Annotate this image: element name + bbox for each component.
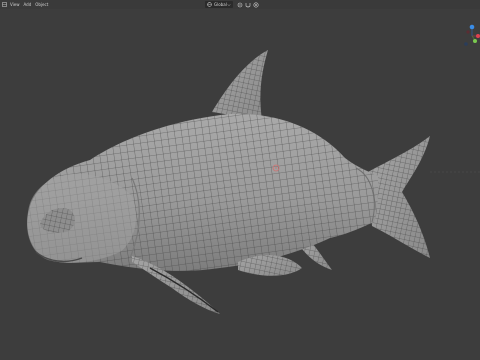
- y-axis-icon[interactable]: [473, 39, 477, 43]
- editor-type-icon[interactable]: [2, 2, 7, 7]
- transform-orientation-icon: [207, 2, 212, 7]
- viewport-header: View Add Object Global: [0, 0, 480, 9]
- transform-orientation-dropdown[interactable]: Global: [205, 1, 233, 8]
- chevron-down-icon: [227, 3, 231, 6]
- pivot-icon[interactable]: [237, 2, 243, 8]
- menu-add[interactable]: Add: [24, 0, 32, 9]
- transform-orientation-label: Global: [214, 2, 227, 7]
- header-menu: View Add Object: [0, 0, 52, 9]
- fish-mesh[interactable]: [0, 9, 480, 360]
- menu-view[interactable]: View: [10, 0, 20, 9]
- navigation-gizmo[interactable]: [462, 23, 480, 49]
- snap-icon[interactable]: [245, 2, 251, 8]
- menu-object[interactable]: Object: [35, 0, 48, 9]
- proportional-edit-icon[interactable]: [253, 1, 259, 8]
- x-axis-icon[interactable]: [476, 34, 480, 38]
- header-center-tools: Global: [205, 1, 261, 8]
- fish-head: [26, 173, 136, 263]
- 3d-viewport[interactable]: [0, 9, 480, 360]
- dorsal-fin: [212, 50, 268, 120]
- z-axis-icon[interactable]: [469, 24, 475, 30]
